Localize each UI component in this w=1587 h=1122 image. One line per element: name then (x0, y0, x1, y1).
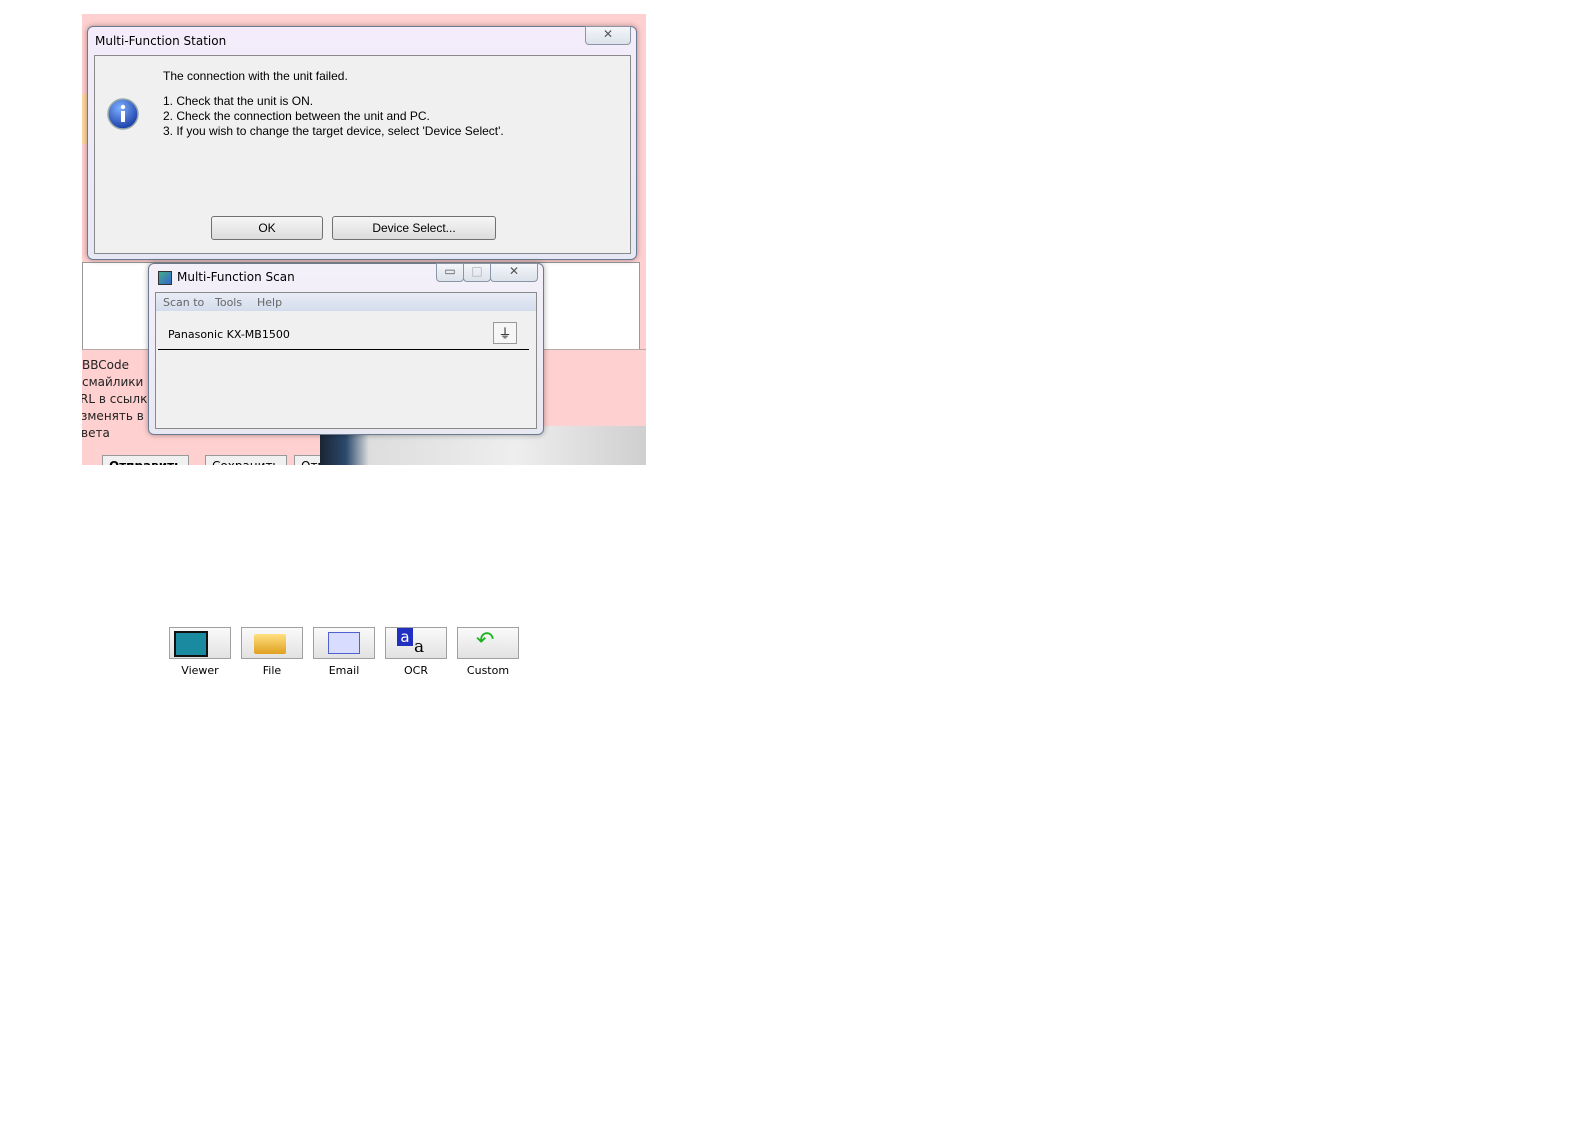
bg-text: вета (82, 426, 110, 440)
app-icon (158, 271, 172, 285)
close-icon: ✕ (508, 264, 520, 278)
menu-bar: Scan to Tools Help (156, 293, 536, 311)
device-select-button[interactable]: Device Select... (332, 216, 496, 240)
maximize-icon: □ (471, 264, 483, 278)
menu-scan-to[interactable]: Scan to (163, 296, 204, 309)
send-button[interactable]: Отправить (102, 455, 189, 465)
bg-text: зменять в (82, 409, 144, 423)
divider (158, 349, 529, 350)
device-name: Panasonic KX-MB1500 (168, 328, 290, 341)
folder-icon (254, 634, 286, 654)
dialog-heading: The connection with the unit failed. (163, 69, 348, 83)
viewer-button[interactable] (169, 627, 231, 659)
ocr-label: OCR (404, 664, 428, 677)
email-button[interactable] (313, 627, 375, 659)
close-icon: ✕ (602, 27, 614, 41)
bg-text: BBCode (82, 358, 129, 372)
ok-button[interactable]: OK (211, 216, 323, 240)
custom-arrow-icon: ↶ (476, 628, 495, 653)
ocr-icon: a (397, 628, 413, 646)
scan-window: Multi-Function Scan ▭ □ ✕ Scan to Tools … (148, 263, 544, 677)
viewer-icon (174, 631, 208, 657)
envelope-icon (328, 632, 360, 654)
viewer-label: Viewer (181, 664, 219, 677)
dialog-line: 3. If you wish to change the target devi… (163, 124, 504, 138)
network-device-icon: ⏚ (498, 327, 512, 342)
window-title: Multi-Function Scan (177, 270, 295, 284)
dialog-body: The connection with the unit failed. 1. … (94, 55, 631, 254)
bg-text: RL в ссылки (82, 392, 156, 406)
custom-label: Custom (466, 664, 510, 677)
menu-tools[interactable]: Tools (215, 296, 242, 309)
bg-text: смайлики (82, 375, 144, 389)
maximize-button[interactable]: □ (463, 263, 491, 282)
close-button[interactable]: ✕ (585, 26, 631, 45)
scan-body: Scan to Tools Help Panasonic KX-MB1500 ⏚ (155, 292, 537, 429)
info-icon (107, 98, 139, 130)
dialog-title: Multi-Function Station (95, 34, 227, 48)
email-label: Email (328, 664, 360, 677)
file-button[interactable] (241, 627, 303, 659)
ocr-letter: a (414, 637, 425, 657)
custom-button[interactable]: ↶ (457, 627, 519, 659)
error-dialog: Multi-Function Station ✕ The connection … (87, 26, 637, 260)
dialog-line: 1. Check that the unit is ON. (163, 94, 314, 108)
dialog-line: 2. Check the connection between the unit… (163, 109, 430, 123)
minimize-button[interactable]: ▭ (436, 263, 464, 282)
close-button[interactable]: ✕ (490, 263, 538, 282)
minimize-icon: ▭ (444, 264, 456, 278)
device-select-button[interactable]: ⏚ (493, 322, 517, 344)
file-label: File (262, 664, 282, 677)
save-button[interactable]: Сохранить (205, 455, 287, 465)
ocr-button[interactable]: a a (385, 627, 447, 659)
menu-help[interactable]: Help (257, 296, 282, 309)
